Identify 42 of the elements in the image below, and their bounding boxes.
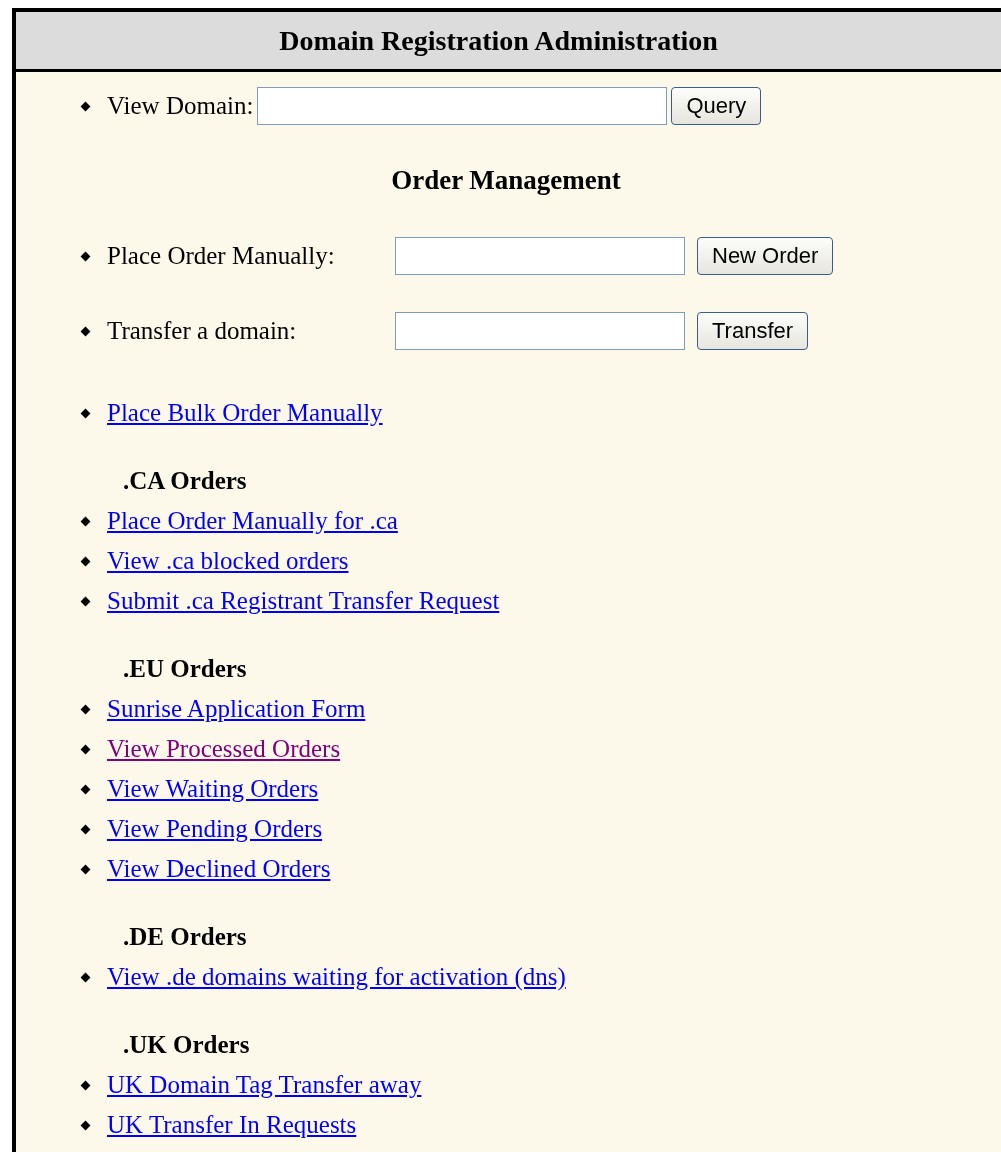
bullet-icon <box>80 251 91 261</box>
bullet-icon <box>80 326 91 336</box>
section-heading: Order Management <box>390 164 622 196</box>
bullet-icon <box>80 824 91 834</box>
bullet-icon <box>80 1120 91 1130</box>
bullet-icon <box>80 1080 91 1090</box>
link[interactable]: UK Transfer In Requests <box>107 1111 357 1139</box>
bullet-icon <box>80 744 91 754</box>
bullet-icon <box>80 408 91 418</box>
page-title: Domain Registration Administration <box>279 24 718 57</box>
bullet-icon <box>80 516 91 526</box>
link[interactable]: View .de domains waiting for activation (dns) <box>107 963 566 991</box>
section-heading: .UK Orders <box>123 1031 250 1059</box>
domain-input[interactable] <box>395 237 685 275</box>
bullet-icon <box>80 596 91 606</box>
link[interactable]: Sunrise Application Form <box>107 695 366 723</box>
section-heading: .DE Orders <box>123 923 247 951</box>
link[interactable]: View Waiting Orders <box>107 775 319 803</box>
section-heading: .EU Orders <box>123 655 247 683</box>
link[interactable]: Place Order Manually for .ca <box>107 507 398 535</box>
bullet-icon <box>80 556 91 566</box>
link[interactable]: View .ca blocked orders <box>107 547 349 575</box>
field-label: Place Order Manually: <box>107 242 336 270</box>
order-button[interactable]: Transfer <box>697 312 809 350</box>
query-button[interactable]: Query <box>671 87 762 125</box>
bullet-icon <box>80 864 91 874</box>
domain-input[interactable] <box>257 87 668 125</box>
domain-input[interactable] <box>395 312 685 350</box>
link[interactable]: View Pending Orders <box>107 815 323 843</box>
link[interactable]: View Declined Orders <box>107 855 331 883</box>
section-heading: .CA Orders <box>123 467 247 495</box>
bullet-icon <box>80 972 91 982</box>
order-button[interactable]: New Order <box>697 237 834 275</box>
bullet-icon <box>80 101 91 111</box>
link[interactable]: UK Domain Tag Transfer away <box>107 1071 422 1099</box>
bullet-icon <box>80 784 91 794</box>
link[interactable]: View Processed Orders <box>107 735 341 763</box>
link[interactable]: Submit .ca Registrant Transfer Request <box>107 587 500 615</box>
bullet-icon <box>80 704 91 714</box>
link[interactable]: Place Bulk Order Manually <box>107 399 383 427</box>
field-label: Transfer a domain: <box>107 317 298 345</box>
field-label: View Domain: <box>107 92 254 120</box>
